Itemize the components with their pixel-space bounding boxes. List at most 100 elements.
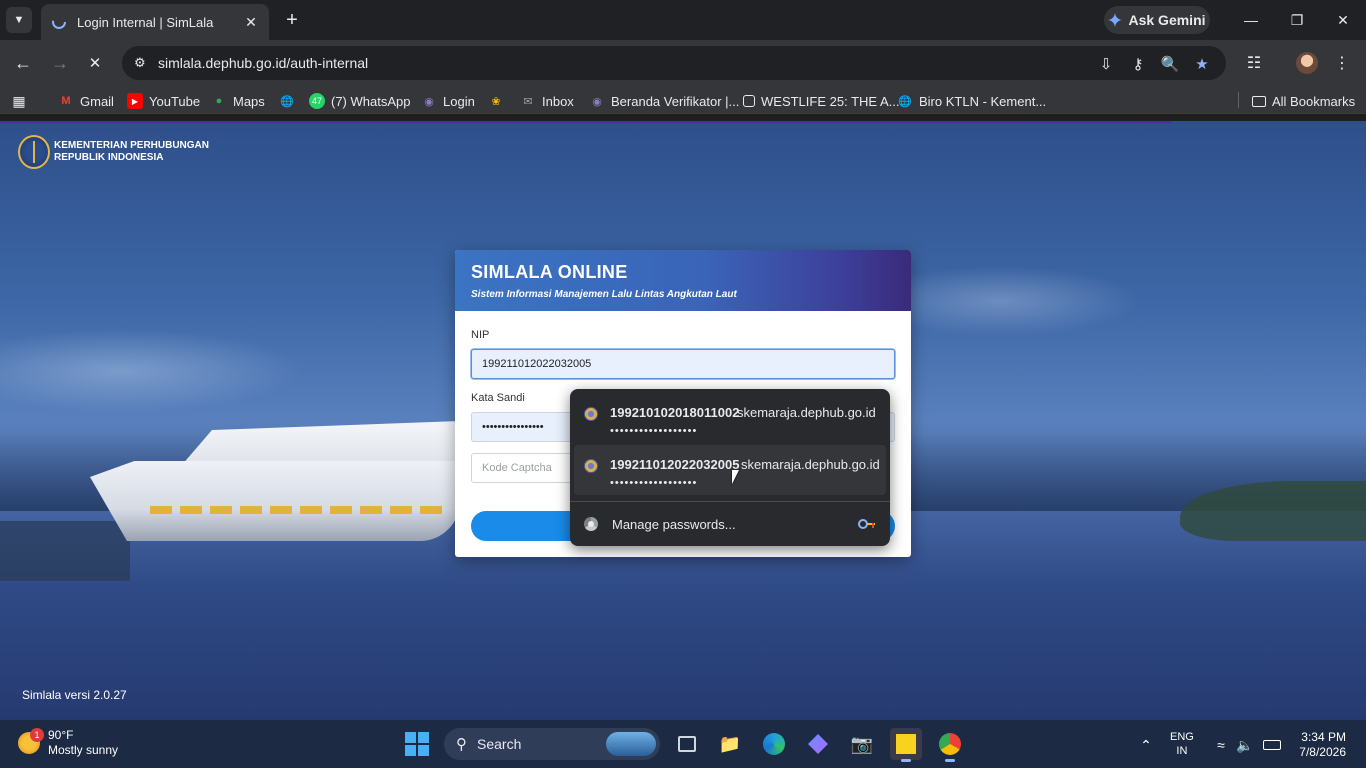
background-ship-lifeboats: [150, 506, 450, 514]
ask-gemini-label: Ask Gemini: [1128, 12, 1206, 28]
whatsapp-icon: 47: [309, 93, 325, 109]
bookmark-biro-ktln[interactable]: 🌐 Biro KTLN - Kement...: [897, 91, 1046, 111]
restore-button[interactable]: ❐: [1274, 0, 1320, 40]
minimize-button[interactable]: —: [1228, 0, 1274, 40]
bookmarks-divider: [1238, 92, 1239, 108]
bookmark-star-icon[interactable]: ★: [1192, 54, 1212, 74]
language-indicator[interactable]: ENG IN: [1170, 730, 1194, 758]
battery-icon[interactable]: [1260, 733, 1284, 757]
bookmark-globe[interactable]: 🌐: [279, 91, 295, 111]
zoom-icon[interactable]: 🔍: [1160, 54, 1180, 74]
site-settings-icon[interactable]: ⚙: [134, 55, 150, 71]
wifi-icon[interactable]: ≈: [1210, 733, 1232, 757]
suggestion-username: 199210102018011002: [610, 405, 740, 420]
all-bookmarks-button[interactable]: All Bookmarks: [1252, 91, 1355, 111]
mouse-cursor: [732, 470, 739, 484]
maps-icon: ●: [215, 95, 223, 107]
bookmark-westlife[interactable]: WESTLIFE 25: THE A...: [743, 91, 899, 111]
globe-icon: 🌐: [280, 95, 294, 108]
stop-loading-button[interactable]: ✕: [81, 49, 109, 77]
tab-close-icon[interactable]: ✕: [243, 14, 259, 30]
ask-gemini-button[interactable]: Ask Gemini: [1104, 6, 1210, 34]
file-explorer-icon[interactable]: 📁: [714, 728, 746, 760]
new-tab-button[interactable]: +: [280, 8, 304, 32]
extensions-icon[interactable]: ☷: [1242, 51, 1266, 75]
bookmark-maps[interactable]: ● Maps: [211, 91, 265, 111]
minimize-icon: —: [1244, 12, 1258, 28]
edge-icon[interactable]: [758, 728, 790, 760]
bookmark-youtube[interactable]: ▶ YouTube: [127, 91, 200, 111]
suggestion-username: 199211012022032005: [610, 457, 740, 472]
gemini-sparkle-icon: [1108, 13, 1123, 27]
autofill-suggestion[interactable]: 199210102018011002 skemaraja.dephub.go.i…: [574, 393, 886, 443]
background-ship-hull: [90, 461, 460, 541]
simlala-icon: ◉: [424, 95, 434, 108]
globe-icon: 🌐: [898, 95, 912, 108]
start-button[interactable]: [405, 732, 429, 756]
tray-overflow-icon[interactable]: ⌃: [1136, 733, 1156, 757]
suggestion-password: ••••••••••••••••••: [610, 477, 698, 489]
bookmark-gmail[interactable]: M Gmail: [58, 91, 114, 111]
autofill-suggestion[interactable]: 199211012022032005 skemaraja.dephub.go.i…: [574, 445, 886, 495]
weather-widget[interactable]: 1 90°F Mostly sunny: [18, 728, 118, 758]
tab-strip: ▼ Login Internal | SimLala ✕ + Ask Gemin…: [0, 0, 1366, 40]
mail-icon: ✉: [523, 95, 533, 108]
bookmark-whatsapp[interactable]: 47 (7) WhatsApp: [309, 91, 410, 111]
password-key-icon[interactable]: ⚷: [1128, 54, 1148, 74]
close-icon: ✕: [1337, 11, 1349, 28]
windows-logo-icon: [405, 732, 416, 743]
url-host: simlala.dephub.go.id: [158, 55, 287, 71]
clock-date: 7/8/2026: [1299, 745, 1346, 759]
app-icon-purple[interactable]: [802, 728, 834, 760]
suggestion-site: skemaraja.dephub.go.id: [741, 457, 880, 472]
bookmark-inbox[interactable]: ✉ Inbox: [520, 91, 573, 111]
weather-temp: 90°F: [48, 728, 74, 742]
volume-icon[interactable]: 🔈: [1234, 733, 1256, 757]
close-window-button[interactable]: ✕: [1320, 0, 1366, 40]
ministry-emblem-icon: [18, 135, 50, 169]
login-title: SIMLALA ONLINE: [471, 262, 628, 282]
plus-icon: +: [286, 8, 298, 31]
bookmarks-bar: ▦ M Gmail ▶ YouTube ● Maps 🌐 47 (7) What…: [0, 86, 1366, 114]
search-icon: ⚲: [456, 736, 467, 753]
gmail-icon: M: [61, 95, 71, 107]
site-favicon-icon: [584, 459, 598, 473]
simlala-icon: ◉: [592, 95, 602, 108]
bookmark-beranda-verifikator[interactable]: ◉ Beranda Verifikator |...: [589, 91, 739, 111]
loading-spinner-icon: [52, 15, 66, 29]
bookmark-login[interactable]: ◉ Login: [421, 91, 475, 111]
taskbar-search[interactable]: ⚲ Search: [444, 728, 660, 760]
url-path: /auth-internal: [286, 55, 369, 71]
nip-label: NIP: [471, 329, 490, 341]
profile-avatar[interactable]: [1296, 52, 1318, 74]
menu-kebab-icon[interactable]: ⋮: [1330, 51, 1354, 75]
forward-button[interactable]: →: [46, 49, 74, 77]
weather-desc: Mostly sunny: [48, 743, 119, 757]
camera-icon[interactable]: 📷: [846, 728, 878, 760]
sticky-notes-icon[interactable]: [890, 728, 922, 762]
tab-search-button[interactable]: ▼: [6, 7, 32, 33]
install-app-icon[interactable]: ⇩: [1096, 54, 1116, 74]
address-bar[interactable]: ⚙ simlala.dephub.go.id/auth-internal ⇩ ⚷…: [122, 46, 1226, 80]
bookmark-pinwheel[interactable]: ❀: [488, 91, 504, 111]
chrome-taskbar-icon[interactable]: [934, 728, 966, 762]
tab-active[interactable]: Login Internal | SimLala ✕: [41, 4, 269, 40]
ministry-logo: KEMENTERIAN PERHUBUNGAN REPUBLIK INDONES…: [18, 135, 209, 169]
page-icon: [743, 95, 755, 107]
apps-grid-button[interactable]: ▦: [11, 91, 27, 111]
task-view-icon[interactable]: [671, 728, 703, 760]
pinwheel-icon: ❀: [491, 95, 501, 108]
manage-passwords-item[interactable]: Manage passwords...: [584, 513, 880, 535]
taskbar-clock[interactable]: 3:34 PM 7/8/2026: [1296, 730, 1346, 760]
nip-input[interactable]: 199211012022032005: [471, 349, 895, 379]
site-favicon-icon: [584, 407, 598, 421]
ministry-logo-text: KEMENTERIAN PERHUBUNGAN REPUBLIK INDONES…: [54, 140, 210, 163]
chevron-down-icon: ▼: [13, 14, 25, 26]
arrow-right-icon: →: [51, 52, 69, 73]
close-icon: ✕: [88, 55, 102, 72]
manage-passwords-label: Manage passwords...: [612, 516, 736, 532]
login-subtitle: Sistem Informasi Manajemen Lalu Lintas A…: [471, 289, 737, 300]
back-button[interactable]: ←: [9, 49, 37, 77]
weather-sun-icon: 1: [18, 728, 44, 754]
weather-badge: 1: [30, 728, 44, 742]
